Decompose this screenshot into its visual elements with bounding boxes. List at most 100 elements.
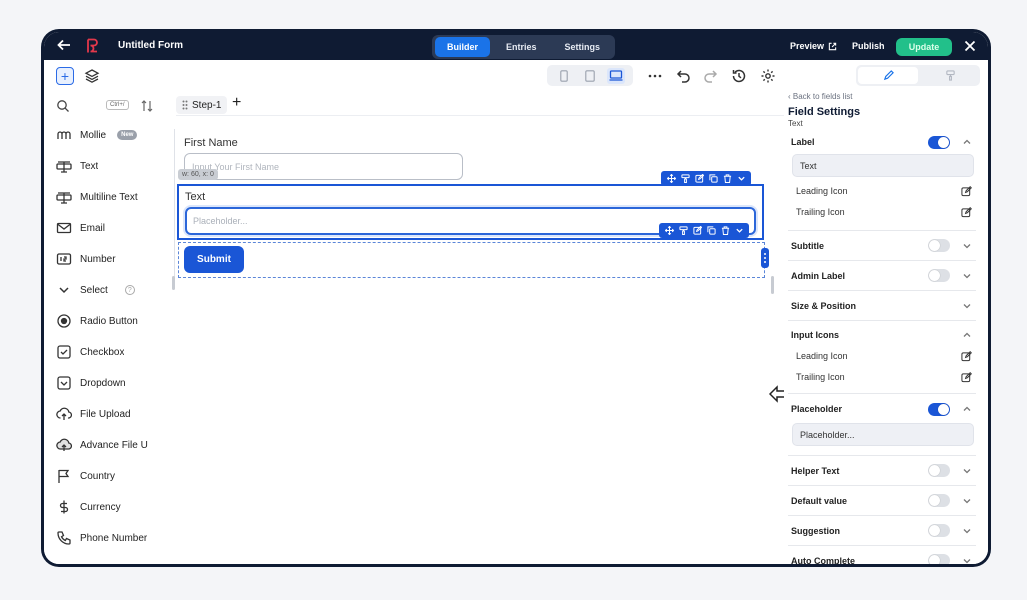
left-resize-handle[interactable] xyxy=(172,276,175,290)
field-search[interactable]: Ctrl+/ xyxy=(56,96,156,116)
input-leading-icon-row[interactable]: Leading Icon xyxy=(792,346,976,366)
sidebar-item-email[interactable]: Email xyxy=(56,218,156,238)
helper-text-toggle[interactable] xyxy=(928,464,950,477)
sidebar-item-dropdown[interactable]: Dropdown xyxy=(56,373,156,393)
setting-auto-complete[interactable]: Auto Complete xyxy=(788,546,976,564)
chevron-down-icon[interactable] xyxy=(962,301,972,311)
sidebar-item-mollie[interactable]: Mollie New xyxy=(56,125,156,145)
chevron-down-icon[interactable] xyxy=(735,173,747,185)
preview-link[interactable]: Preview xyxy=(790,41,837,51)
move-icon[interactable] xyxy=(663,225,675,237)
tab-settings[interactable]: Settings xyxy=(553,37,613,57)
add-field-button[interactable]: + xyxy=(56,67,74,85)
add-step-icon[interactable]: + xyxy=(232,94,241,112)
edit-icon[interactable] xyxy=(693,173,705,185)
style-icon[interactable] xyxy=(677,225,689,237)
setting-helper-text[interactable]: Helper Text xyxy=(788,456,976,486)
form-title[interactable]: Untitled Form xyxy=(118,40,183,51)
edit-icon[interactable] xyxy=(961,350,972,362)
desktop-view-icon[interactable] xyxy=(607,67,625,84)
mobile-view-icon[interactable] xyxy=(555,68,573,84)
update-button[interactable]: Update xyxy=(896,38,952,56)
chevron-up-icon[interactable] xyxy=(962,404,972,414)
sidebar-item-currency[interactable]: Currency xyxy=(56,497,156,517)
label-trailing-icon-row[interactable]: Trailing Icon xyxy=(792,202,976,222)
undo-icon[interactable] xyxy=(676,68,692,84)
submit-button[interactable]: Submit xyxy=(184,246,244,273)
duplicate-icon[interactable] xyxy=(705,225,717,237)
edit-icon[interactable] xyxy=(961,185,972,197)
chevron-up-icon[interactable] xyxy=(962,330,972,340)
back-to-fields-link[interactable]: ‹ Back to fields list xyxy=(788,92,852,101)
sidebar-item-text[interactable]: Text xyxy=(56,156,156,176)
tab-entries[interactable]: Entries xyxy=(494,37,549,57)
sidebar-item-file-upload[interactable]: File Upload xyxy=(56,404,156,424)
edit-icon[interactable] xyxy=(691,225,703,237)
label-input[interactable]: Text xyxy=(792,154,974,177)
container-menu-icon[interactable] xyxy=(761,248,769,268)
form-body: First Name Input Your First Name w: 60, … xyxy=(172,129,774,294)
gear-icon[interactable] xyxy=(760,68,776,84)
close-icon[interactable] xyxy=(962,38,978,54)
sidebar-item-select[interactable]: Select ? xyxy=(56,280,156,300)
tab-builder[interactable]: Builder xyxy=(435,37,491,57)
move-icon[interactable] xyxy=(665,173,677,185)
more-options-icon[interactable] xyxy=(647,68,663,84)
publish-button[interactable]: Publish xyxy=(852,41,885,51)
subtitle-toggle[interactable] xyxy=(928,239,950,252)
layers-icon[interactable] xyxy=(84,68,100,84)
setting-suggestion[interactable]: Suggestion xyxy=(788,516,976,546)
style-icon[interactable] xyxy=(679,173,691,185)
input-trailing-icon-row[interactable]: Trailing Icon xyxy=(792,367,976,387)
duplicate-icon[interactable] xyxy=(707,173,719,185)
sidebar-item-radio-button[interactable]: Radio Button xyxy=(56,311,156,331)
sidebar-item-advance-file-upload[interactable]: Advance File U xyxy=(56,435,156,455)
chevron-down-icon[interactable] xyxy=(962,271,972,281)
sidebar-item-checkbox[interactable]: Checkbox xyxy=(56,342,156,362)
history-icon[interactable] xyxy=(731,68,747,84)
trash-icon[interactable] xyxy=(719,225,731,237)
trash-icon[interactable] xyxy=(721,173,733,185)
right-resize-handle[interactable] xyxy=(771,276,774,294)
sidebar-item-multiline-text[interactable]: Multiline Text xyxy=(56,187,156,207)
admin-label-toggle[interactable] xyxy=(928,269,950,282)
tablet-view-icon[interactable] xyxy=(581,68,599,84)
setting-size-position[interactable]: Size & Position xyxy=(788,291,976,321)
help-icon[interactable]: ? xyxy=(124,285,135,295)
setting-label[interactable]: Label xyxy=(788,127,976,157)
sidebar-item-phone-number[interactable]: Phone Number xyxy=(56,528,156,548)
placeholder-input[interactable]: Placeholder... xyxy=(792,423,974,446)
label-leading-icon-row[interactable]: Leading Icon xyxy=(792,181,976,201)
chevron-down-icon[interactable] xyxy=(962,241,972,251)
edit-icon[interactable] xyxy=(961,206,972,218)
chevron-down-icon[interactable] xyxy=(962,466,972,476)
label-toggle[interactable] xyxy=(928,135,950,149)
chevron-down-icon[interactable] xyxy=(962,496,972,506)
dropdown-icon xyxy=(57,376,71,390)
auto-complete-toggle[interactable] xyxy=(928,554,950,564)
edit-icon[interactable] xyxy=(961,371,972,383)
sidebar-item-number[interactable]: Number xyxy=(56,249,156,269)
drag-handle-icon[interactable] xyxy=(182,100,188,110)
placeholder-toggle[interactable] xyxy=(928,402,950,416)
sort-icon[interactable] xyxy=(140,99,154,113)
setting-default-value[interactable]: Default value xyxy=(788,486,976,516)
setting-subtitle[interactable]: Subtitle xyxy=(788,231,976,261)
style-settings-tab[interactable] xyxy=(920,65,980,86)
chevron-up-icon[interactable] xyxy=(962,137,972,147)
redo-icon[interactable] xyxy=(702,68,718,84)
setting-placeholder[interactable]: Placeholder xyxy=(788,394,976,424)
first-name-input[interactable]: Input Your First Name xyxy=(184,153,463,180)
sidebar-item-label: Text xyxy=(80,160,99,172)
sidebar-item-country[interactable]: Country xyxy=(56,466,156,486)
chevron-down-icon[interactable] xyxy=(962,526,972,536)
setting-subtitle-text: Subtitle xyxy=(791,240,824,251)
step-tab[interactable]: Step-1 xyxy=(176,96,228,114)
back-arrow-icon[interactable] xyxy=(56,37,72,53)
chevron-down-icon[interactable] xyxy=(962,556,972,565)
default-value-toggle[interactable] xyxy=(928,494,950,507)
chevron-down-icon[interactable] xyxy=(733,225,745,237)
edit-settings-tab[interactable] xyxy=(858,67,918,84)
setting-admin-label[interactable]: Admin Label xyxy=(788,261,976,291)
suggestion-toggle[interactable] xyxy=(928,524,950,537)
